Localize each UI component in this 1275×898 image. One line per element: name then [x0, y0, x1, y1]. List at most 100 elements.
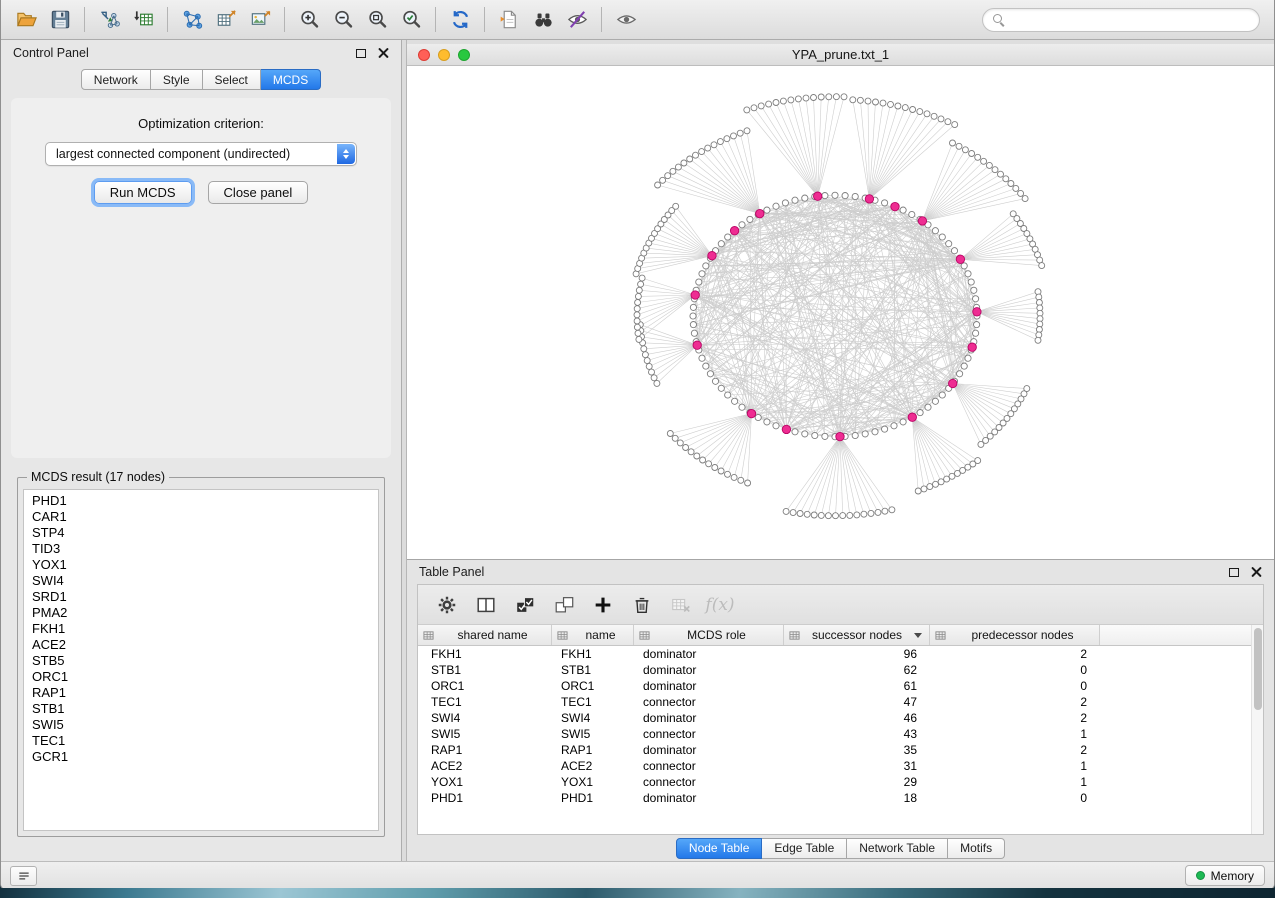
add-row-button[interactable] — [588, 590, 618, 620]
mcds-result-item[interactable]: CAR1 — [24, 509, 378, 525]
show-columns-button[interactable] — [471, 590, 501, 620]
export-network-button[interactable] — [175, 4, 209, 36]
zoom-in-button[interactable] — [292, 4, 326, 36]
mcds-result-item[interactable]: GCR1 — [24, 749, 378, 765]
mcds-result-item[interactable]: ORC1 — [24, 669, 378, 685]
cell-mcds-role: dominator — [634, 742, 784, 758]
search-box[interactable] — [982, 8, 1260, 32]
window-minimize-icon[interactable] — [438, 49, 450, 61]
sort-chevron-icon — [914, 633, 922, 638]
tab-network[interactable]: Network — [81, 69, 151, 90]
import-network-icon — [98, 8, 121, 31]
save-session-button[interactable] — [43, 4, 77, 36]
deselect-all-button[interactable] — [549, 590, 579, 620]
select-all-button[interactable] — [510, 590, 540, 620]
filter-eye-button[interactable] — [560, 4, 594, 36]
import-table-button[interactable] — [126, 4, 160, 36]
table-scrollbar-thumb[interactable] — [1254, 628, 1262, 710]
mcds-result-list[interactable]: PHD1CAR1STP4TID3YOX1SWI4SRD1PMA2FKH1ACE2… — [23, 489, 379, 831]
network-canvas[interactable] — [407, 66, 1274, 559]
column-header-name[interactable]: name — [552, 625, 634, 645]
close-panel-icon[interactable] — [378, 48, 389, 59]
mcds-result-item[interactable]: STP4 — [24, 525, 378, 541]
window-zoom-icon[interactable] — [458, 49, 470, 61]
zoom-fit-button[interactable] — [360, 4, 394, 36]
table-row[interactable]: SWI5SWI5connector431 — [418, 726, 1263, 742]
add-row-icon — [592, 594, 614, 616]
table-row[interactable]: PHD1PHD1dominator180 — [418, 790, 1263, 806]
search-input[interactable] — [1011, 13, 1249, 27]
table-tab-motifs[interactable]: Motifs — [948, 838, 1005, 859]
mcds-result-item[interactable]: SWI4 — [24, 573, 378, 589]
table-row[interactable]: ORC1ORC1dominator610 — [418, 678, 1263, 694]
float-panel-icon[interactable] — [356, 49, 366, 58]
search-icon — [993, 14, 1005, 26]
zoom-selected-button[interactable] — [394, 4, 428, 36]
find-binoculars-button[interactable] — [526, 4, 560, 36]
cell-mcds-role: dominator — [634, 790, 784, 806]
cell-mcds-role: dominator — [634, 662, 784, 678]
screen: Control Panel NetworkStyleSelectMCDS Opt… — [0, 0, 1275, 898]
mcds-result-item[interactable]: PMA2 — [24, 605, 378, 621]
table-row[interactable]: SWI4SWI4dominator462 — [418, 710, 1263, 726]
tab-mcds[interactable]: MCDS — [261, 69, 321, 90]
tab-style[interactable]: Style — [151, 69, 203, 90]
column-header-mcds-role[interactable]: MCDS role — [634, 625, 784, 645]
show-eye-button[interactable] — [609, 4, 643, 36]
apply-layout-button[interactable] — [443, 4, 477, 36]
float-table-panel-icon[interactable] — [1229, 568, 1239, 577]
mcds-result-item[interactable]: SRD1 — [24, 589, 378, 605]
table-tab-node-table[interactable]: Node Table — [676, 838, 763, 859]
column-header-successor-nodes[interactable]: successor nodes — [784, 625, 930, 645]
window-close-icon[interactable] — [418, 49, 430, 61]
select-all-icon — [514, 594, 536, 616]
table-row[interactable]: TEC1TEC1connector472 — [418, 694, 1263, 710]
mcds-result-item[interactable]: STB5 — [24, 653, 378, 669]
table-tab-edge-table[interactable]: Edge Table — [762, 838, 847, 859]
export-image-button[interactable] — [243, 4, 277, 36]
tab-select[interactable]: Select — [203, 69, 261, 90]
table-row[interactable]: RAP1RAP1dominator352 — [418, 742, 1263, 758]
import-network-button[interactable] — [92, 4, 126, 36]
mcds-result-item[interactable]: TEC1 — [24, 733, 378, 749]
table-row[interactable]: FKH1FKH1dominator962 — [418, 646, 1263, 662]
cell-predecessor-nodes: 1 — [930, 726, 1100, 742]
filter-eye-icon — [566, 8, 589, 31]
table-row[interactable]: YOX1YOX1connector291 — [418, 774, 1263, 790]
annotation-document-button[interactable] — [492, 4, 526, 36]
close-table-panel-icon[interactable] — [1251, 567, 1262, 578]
table-row[interactable]: ACE2ACE2connector311 — [418, 758, 1263, 774]
table-tab-network-table[interactable]: Network Table — [847, 838, 948, 859]
memory-button[interactable]: Memory — [1185, 865, 1265, 886]
zoom-selected-icon — [400, 8, 423, 31]
task-history-button[interactable] — [10, 866, 37, 886]
export-table-button[interactable] — [209, 4, 243, 36]
mcds-result-item[interactable]: RAP1 — [24, 685, 378, 701]
table-scrollbar[interactable] — [1251, 625, 1263, 834]
optimization-criterion-select[interactable]: largest connected component (undirected) — [45, 142, 357, 166]
dropdown-stepper-icon — [337, 144, 355, 164]
network-graph — [407, 66, 1274, 559]
mcds-result-item[interactable]: PHD1 — [24, 493, 378, 509]
network-window-titlebar[interactable]: YPA_prune.txt_1 — [407, 44, 1274, 66]
run-mcds-button[interactable]: Run MCDS — [94, 181, 192, 204]
cell-name: TEC1 — [552, 694, 634, 710]
mcds-result-item[interactable]: ACE2 — [24, 637, 378, 653]
mcds-result-item[interactable]: SWI5 — [24, 717, 378, 733]
table-settings-button[interactable] — [432, 590, 462, 620]
zoom-out-button[interactable] — [326, 4, 360, 36]
close-panel-button[interactable]: Close panel — [208, 181, 309, 204]
delete-row-button[interactable] — [627, 590, 657, 620]
column-header-shared-name[interactable]: shared name — [418, 625, 552, 645]
memory-label: Memory — [1211, 869, 1254, 883]
mcds-result-item[interactable]: TID3 — [24, 541, 378, 557]
open-file-button[interactable] — [9, 4, 43, 36]
cell-successor-nodes: 29 — [784, 774, 930, 790]
mcds-result-item[interactable]: YOX1 — [24, 557, 378, 573]
cell-name: ORC1 — [552, 678, 634, 694]
mcds-result-item[interactable]: FKH1 — [24, 621, 378, 637]
cell-predecessor-nodes: 1 — [930, 774, 1100, 790]
column-header-predecessor-nodes[interactable]: predecessor nodes — [930, 625, 1100, 645]
table-row[interactable]: STB1STB1dominator620 — [418, 662, 1263, 678]
mcds-result-item[interactable]: STB1 — [24, 701, 378, 717]
